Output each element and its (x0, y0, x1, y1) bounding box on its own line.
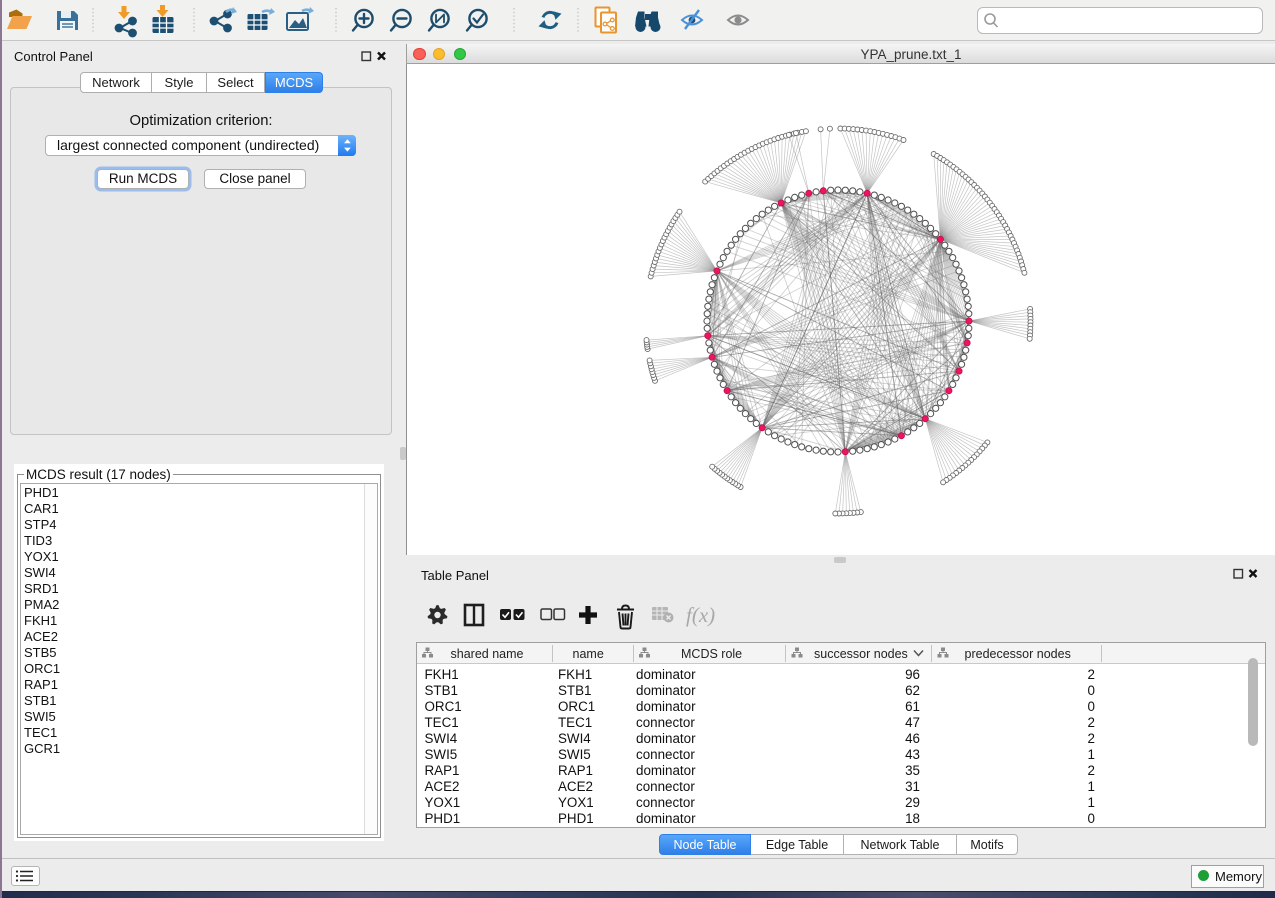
svg-text:f(x): f(x) (686, 603, 715, 627)
